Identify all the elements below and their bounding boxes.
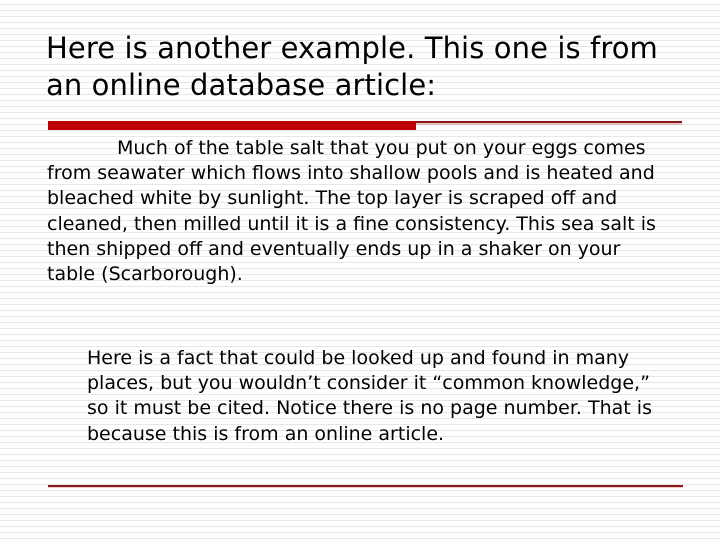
- quote-paragraph: Much of the table salt that you put on y…: [47, 137, 656, 286]
- footer-rule-shadow: [48, 487, 683, 488]
- slide-canvas: Here is another example. This one is fro…: [0, 0, 720, 540]
- title-divider: [48, 118, 682, 130]
- slide-title: Here is another example. This one is fro…: [46, 31, 658, 102]
- commentary-paragraph: Here is a fact that could be looked up a…: [87, 347, 652, 445]
- divider-accent-bar: [48, 121, 416, 130]
- footer-rule: [48, 485, 683, 488]
- divider-thin-line-shadow: [416, 123, 682, 125]
